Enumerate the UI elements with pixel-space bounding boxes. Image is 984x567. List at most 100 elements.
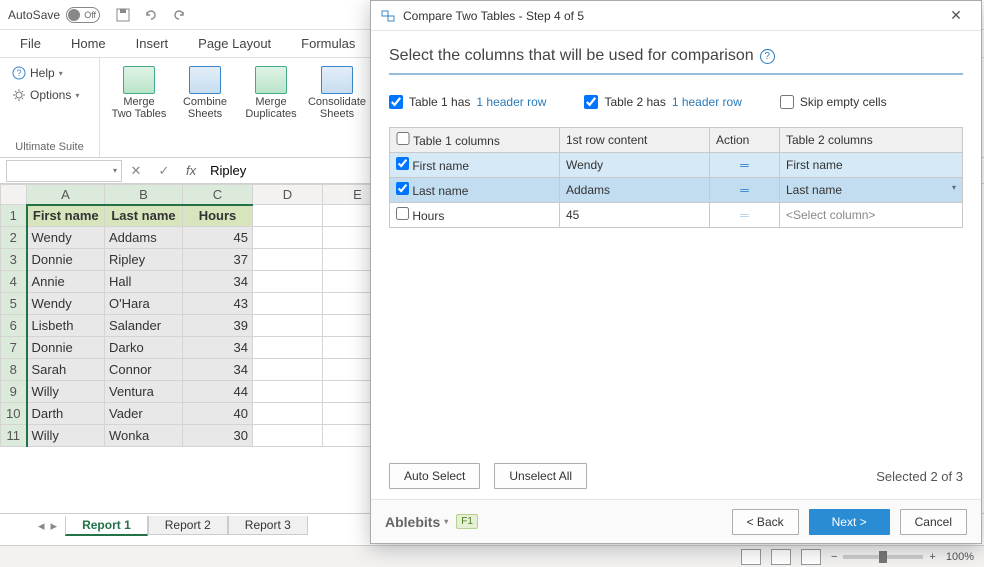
table2-column-select[interactable]: First name <box>780 153 963 178</box>
normal-view-icon[interactable] <box>741 549 761 565</box>
cell[interactable]: 40 <box>183 403 253 425</box>
cell[interactable]: Lisbeth <box>27 315 105 337</box>
cell[interactable]: Darko <box>105 337 183 359</box>
tab-formulas[interactable]: Formulas <box>287 32 369 55</box>
column-header[interactable]: A <box>27 185 105 205</box>
cell[interactable]: Wonka <box>105 425 183 447</box>
cell[interactable]: Addams <box>105 227 183 249</box>
next-button[interactable]: Next > <box>809 509 890 535</box>
cell[interactable]: First name <box>27 205 105 227</box>
row-header[interactable]: 4 <box>1 271 27 293</box>
row-header[interactable]: 7 <box>1 337 27 359</box>
table-row[interactable]: Hours <box>390 203 560 228</box>
zoom-in-icon[interactable]: + <box>929 551 935 563</box>
name-box[interactable]: ▾ <box>6 160 122 182</box>
cell[interactable]: Willy <box>27 425 105 447</box>
cancel-formula-icon[interactable]: ✕ <box>122 163 150 179</box>
cell[interactable]: 39 <box>183 315 253 337</box>
column-header[interactable]: D <box>253 185 323 205</box>
tab-pagelayout[interactable]: Page Layout <box>184 32 285 55</box>
cell[interactable]: O'Hara <box>105 293 183 315</box>
cell[interactable]: 34 <box>183 359 253 381</box>
sheet-nav-next-icon[interactable]: ▸ <box>51 518 58 534</box>
grid[interactable]: A B C D E 1 First name Last name Hours 2… <box>0 184 393 447</box>
cancel-button[interactable]: Cancel <box>900 509 967 535</box>
table1-header-link[interactable]: 1 header row <box>476 95 546 109</box>
dialog-titlebar[interactable]: Compare Two Tables - Step 4 of 5 ✕ <box>371 1 981 31</box>
sheet-nav-prev-icon[interactable]: ◂ <box>38 518 45 534</box>
column-checkbox[interactable] <box>396 207 409 220</box>
help-button[interactable]: ? Help▾ <box>8 62 67 84</box>
tab-insert[interactable]: Insert <box>122 32 183 55</box>
cell[interactable]: 45 <box>183 227 253 249</box>
table2-column-select[interactable]: <Select column> <box>780 203 963 228</box>
row-header[interactable]: 5 <box>1 293 27 315</box>
cell[interactable]: Darth <box>27 403 105 425</box>
select-all-corner[interactable] <box>1 185 27 205</box>
cell[interactable]: Donnie <box>27 337 105 359</box>
cell[interactable]: 37 <box>183 249 253 271</box>
row-header[interactable]: 1 <box>1 205 27 227</box>
column-checkbox[interactable] <box>396 157 409 170</box>
cell[interactable]: Hours <box>183 205 253 227</box>
table-row[interactable]: First name <box>390 153 560 178</box>
sheet-tab[interactable]: Report 1 <box>65 516 148 536</box>
options-button[interactable]: Options▾ <box>8 84 83 106</box>
zoom-out-icon[interactable]: − <box>831 551 837 563</box>
table2-column-select[interactable]: Last name▾ <box>780 178 963 203</box>
cell[interactable]: Sarah <box>27 359 105 381</box>
fx-icon[interactable]: fx <box>178 163 204 178</box>
select-all-columns-checkbox[interactable] <box>396 132 410 145</box>
cell[interactable]: Donnie <box>27 249 105 271</box>
row-header[interactable]: 10 <box>1 403 27 425</box>
row-header[interactable]: 2 <box>1 227 27 249</box>
auto-select-button[interactable]: Auto Select <box>389 463 480 489</box>
table-row[interactable]: Last name <box>390 178 560 203</box>
row-header[interactable]: 8 <box>1 359 27 381</box>
cell[interactable]: Wendy <box>27 293 105 315</box>
zoom-slider[interactable]: − + <box>831 551 936 563</box>
skip-empty-checkbox[interactable]: Skip empty cells <box>780 95 887 109</box>
table2-headers-checkbox[interactable]: Table 2 has 1 header row <box>584 95 741 109</box>
autosave-toggle[interactable]: AutoSave Off <box>8 7 100 23</box>
merge-two-tables-button[interactable]: Merge Two Tables <box>108 62 170 120</box>
sheet-tab[interactable]: Report 3 <box>228 516 308 535</box>
back-button[interactable]: < Back <box>732 509 799 535</box>
help-icon[interactable]: ? <box>760 49 775 64</box>
autosave-switch[interactable]: Off <box>66 7 100 23</box>
combine-sheets-button[interactable]: Combine Sheets <box>174 62 236 120</box>
column-header[interactable]: C <box>183 185 253 205</box>
tab-home[interactable]: Home <box>57 32 120 55</box>
table1-headers-checkbox[interactable]: Table 1 has 1 header row <box>389 95 546 109</box>
undo-icon[interactable] <box>142 6 160 24</box>
row-header[interactable]: 6 <box>1 315 27 337</box>
tab-file[interactable]: File <box>6 32 55 55</box>
row-header[interactable]: 9 <box>1 381 27 403</box>
cell[interactable]: 34 <box>183 337 253 359</box>
cell[interactable]: Willy <box>27 381 105 403</box>
cell[interactable]: 34 <box>183 271 253 293</box>
merge-duplicates-button[interactable]: Merge Duplicates <box>240 62 302 120</box>
cell[interactable]: Wendy <box>27 227 105 249</box>
column-header[interactable]: B <box>105 185 183 205</box>
accept-formula-icon[interactable]: ✓ <box>150 163 178 179</box>
cell[interactable]: Annie <box>27 271 105 293</box>
zoom-level[interactable]: 100% <box>946 551 974 563</box>
row-header[interactable]: 11 <box>1 425 27 447</box>
cell[interactable]: Ventura <box>105 381 183 403</box>
close-icon[interactable]: ✕ <box>941 7 971 24</box>
page-break-view-icon[interactable] <box>801 549 821 565</box>
cell[interactable]: Salander <box>105 315 183 337</box>
f1-hint[interactable]: F1 <box>456 514 478 529</box>
redo-icon[interactable] <box>170 6 188 24</box>
cell[interactable]: Vader <box>105 403 183 425</box>
cell[interactable]: Ripley <box>105 249 183 271</box>
brand-label[interactable]: Ablebits▾ <box>385 514 448 530</box>
cell[interactable]: 43 <box>183 293 253 315</box>
save-icon[interactable] <box>114 6 132 24</box>
sheet-tab[interactable]: Report 2 <box>148 516 228 535</box>
consolidate-sheets-button[interactable]: Consolidate Sheets <box>306 62 368 120</box>
unselect-all-button[interactable]: Unselect All <box>494 463 587 489</box>
cell[interactable]: 30 <box>183 425 253 447</box>
cell[interactable]: Hall <box>105 271 183 293</box>
